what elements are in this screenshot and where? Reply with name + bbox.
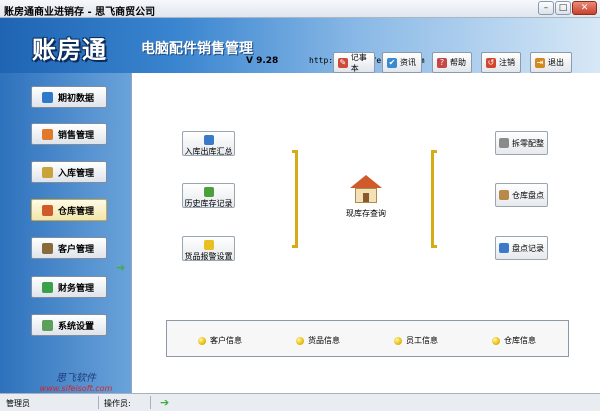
left-bracket bbox=[292, 150, 298, 248]
exit-button[interactable]: ⇥ 退出 bbox=[530, 52, 572, 73]
warehouse-info-label: 仓库信息 bbox=[504, 336, 536, 345]
help-icon: ? bbox=[437, 57, 447, 68]
stock-summary-label: 入库出库汇总 bbox=[184, 147, 233, 156]
brand-website[interactable]: www.sifeisoft.com bbox=[31, 384, 121, 393]
sidebar-item-opening-data[interactable]: 期初数据 bbox=[31, 86, 107, 108]
title-bar: 账房通商业进销存 - 思飞商贸公司 – □ ✕ bbox=[0, 0, 600, 18]
status-bar: 管理员 操作员: ➔ bbox=[0, 393, 600, 411]
stock-summary-button[interactable]: 入库出库汇总 bbox=[182, 131, 235, 156]
active-arrow-icon: ➔ bbox=[116, 261, 126, 274]
status-separator bbox=[150, 396, 151, 409]
sidebar: 期初数据 销售管理 入库管理 仓库管理 客户管理 财务管理 系统设置 ➔ 思飞软… bbox=[0, 73, 131, 393]
sidebar-item-label: 财务管理 bbox=[58, 283, 95, 294]
sidebar-item-label: 系统设置 bbox=[58, 321, 95, 332]
brand-name: 思飞软件 bbox=[56, 373, 96, 384]
status-arrow-icon: ➔ bbox=[160, 396, 170, 409]
logout-button[interactable]: ↺ 注销 bbox=[481, 52, 521, 73]
employee-info-label: 员工信息 bbox=[406, 336, 438, 345]
sidebar-item-stock-in[interactable]: 入库管理 bbox=[31, 161, 107, 183]
status-separator bbox=[98, 396, 99, 409]
window-title: 账房通商业进销存 - 思飞商贸公司 bbox=[4, 7, 156, 18]
notepad-button[interactable]: ✎ 记事本 bbox=[333, 52, 375, 73]
settings-icon bbox=[42, 319, 53, 331]
records-icon bbox=[499, 243, 509, 253]
sidebar-item-customers[interactable]: 客户管理 bbox=[31, 237, 107, 259]
logout-label: 注销 bbox=[499, 58, 515, 67]
warehouse-info-link[interactable]: 仓库信息 bbox=[492, 335, 536, 346]
right-bracket bbox=[431, 150, 437, 248]
current-stock-query-button[interactable]: 现库存查询 bbox=[346, 175, 386, 219]
split-assemble-button[interactable]: 拆零配整 bbox=[495, 131, 548, 155]
sidebar-item-warehouse[interactable]: 仓库管理 bbox=[31, 199, 107, 221]
customer-info-link[interactable]: 客户信息 bbox=[198, 335, 242, 346]
dot-icon bbox=[394, 336, 402, 345]
box-icon bbox=[42, 166, 53, 178]
sidebar-item-label: 仓库管理 bbox=[58, 206, 95, 217]
history-icon bbox=[203, 187, 214, 197]
customer-info-label: 客户信息 bbox=[210, 336, 242, 345]
finance-icon bbox=[42, 281, 53, 293]
customers-icon bbox=[42, 242, 53, 254]
status-operator-label: 操作员: bbox=[104, 399, 131, 408]
news-button[interactable]: ✔ 资讯 bbox=[382, 52, 422, 73]
dot-icon bbox=[198, 336, 206, 345]
news-label: 资讯 bbox=[400, 58, 416, 67]
exit-label: 退出 bbox=[548, 58, 564, 67]
stock-alert-label: 货品报警设置 bbox=[184, 252, 233, 261]
sidebar-item-finance[interactable]: 财务管理 bbox=[31, 276, 107, 298]
info-bar: 客户信息 货品信息 员工信息 仓库信息 bbox=[166, 320, 569, 357]
status-user: 管理员 bbox=[6, 399, 30, 408]
inventory-records-button[interactable]: 盘点记录 bbox=[495, 236, 548, 260]
app-title: 电脑配件销售管理 bbox=[141, 41, 253, 57]
product-info-label: 货品信息 bbox=[308, 336, 340, 345]
sidebar-item-sales[interactable]: 销售管理 bbox=[31, 123, 107, 145]
logout-icon: ↺ bbox=[486, 57, 496, 68]
version-label: V 9.28 bbox=[246, 56, 279, 66]
news-icon: ✔ bbox=[387, 57, 397, 68]
dot-icon bbox=[296, 336, 304, 345]
maximize-button[interactable]: □ bbox=[555, 1, 571, 15]
inventory-icon bbox=[499, 190, 509, 200]
dot-icon bbox=[492, 336, 500, 345]
minimize-button[interactable]: – bbox=[538, 1, 554, 15]
notepad-icon: ✎ bbox=[338, 57, 348, 68]
warning-icon bbox=[203, 240, 214, 250]
sales-icon bbox=[42, 128, 53, 140]
split-assemble-label: 拆零配整 bbox=[512, 138, 544, 148]
sidebar-item-label: 销售管理 bbox=[58, 130, 95, 141]
stock-history-label: 历史库存记录 bbox=[184, 199, 233, 208]
warehouse-icon bbox=[42, 204, 53, 216]
sidebar-item-label: 期初数据 bbox=[58, 93, 95, 104]
exit-icon: ⇥ bbox=[535, 57, 545, 68]
close-button[interactable]: ✕ bbox=[572, 1, 597, 15]
people-icon bbox=[203, 135, 214, 145]
inventory-records-label: 盘点记录 bbox=[512, 243, 544, 253]
stock-history-button[interactable]: 历史库存记录 bbox=[182, 183, 235, 208]
main-panel: 入库出库汇总 历史库存记录 货品报警设置 现库存查询 拆零配整 仓库盘点 盘点记… bbox=[131, 73, 600, 393]
app-logo: 账房通 bbox=[32, 35, 107, 64]
current-stock-query-label: 现库存查询 bbox=[346, 209, 386, 218]
sidebar-item-label: 入库管理 bbox=[58, 168, 95, 179]
warehouse-inventory-button[interactable]: 仓库盘点 bbox=[495, 183, 548, 207]
employee-info-link[interactable]: 员工信息 bbox=[394, 335, 438, 346]
warehouse-inventory-label: 仓库盘点 bbox=[512, 190, 544, 200]
product-info-link[interactable]: 货品信息 bbox=[296, 335, 340, 346]
app-header: 账房通 电脑配件销售管理 V 9.28 http://www.sifeisoft… bbox=[0, 18, 600, 73]
help-label: 帮助 bbox=[450, 58, 466, 67]
book-icon bbox=[42, 91, 53, 103]
sidebar-item-settings[interactable]: 系统设置 bbox=[31, 314, 107, 336]
house-icon bbox=[350, 175, 382, 188]
help-button[interactable]: ? 帮助 bbox=[432, 52, 472, 73]
stock-alert-button[interactable]: 货品报警设置 bbox=[182, 236, 235, 261]
brand-block: 思飞软件 www.sifeisoft.com bbox=[31, 369, 121, 393]
house-icon-body bbox=[355, 188, 377, 203]
notepad-label: 记事本 bbox=[350, 52, 367, 73]
tools-icon bbox=[499, 138, 509, 148]
sidebar-item-label: 客户管理 bbox=[58, 244, 95, 255]
